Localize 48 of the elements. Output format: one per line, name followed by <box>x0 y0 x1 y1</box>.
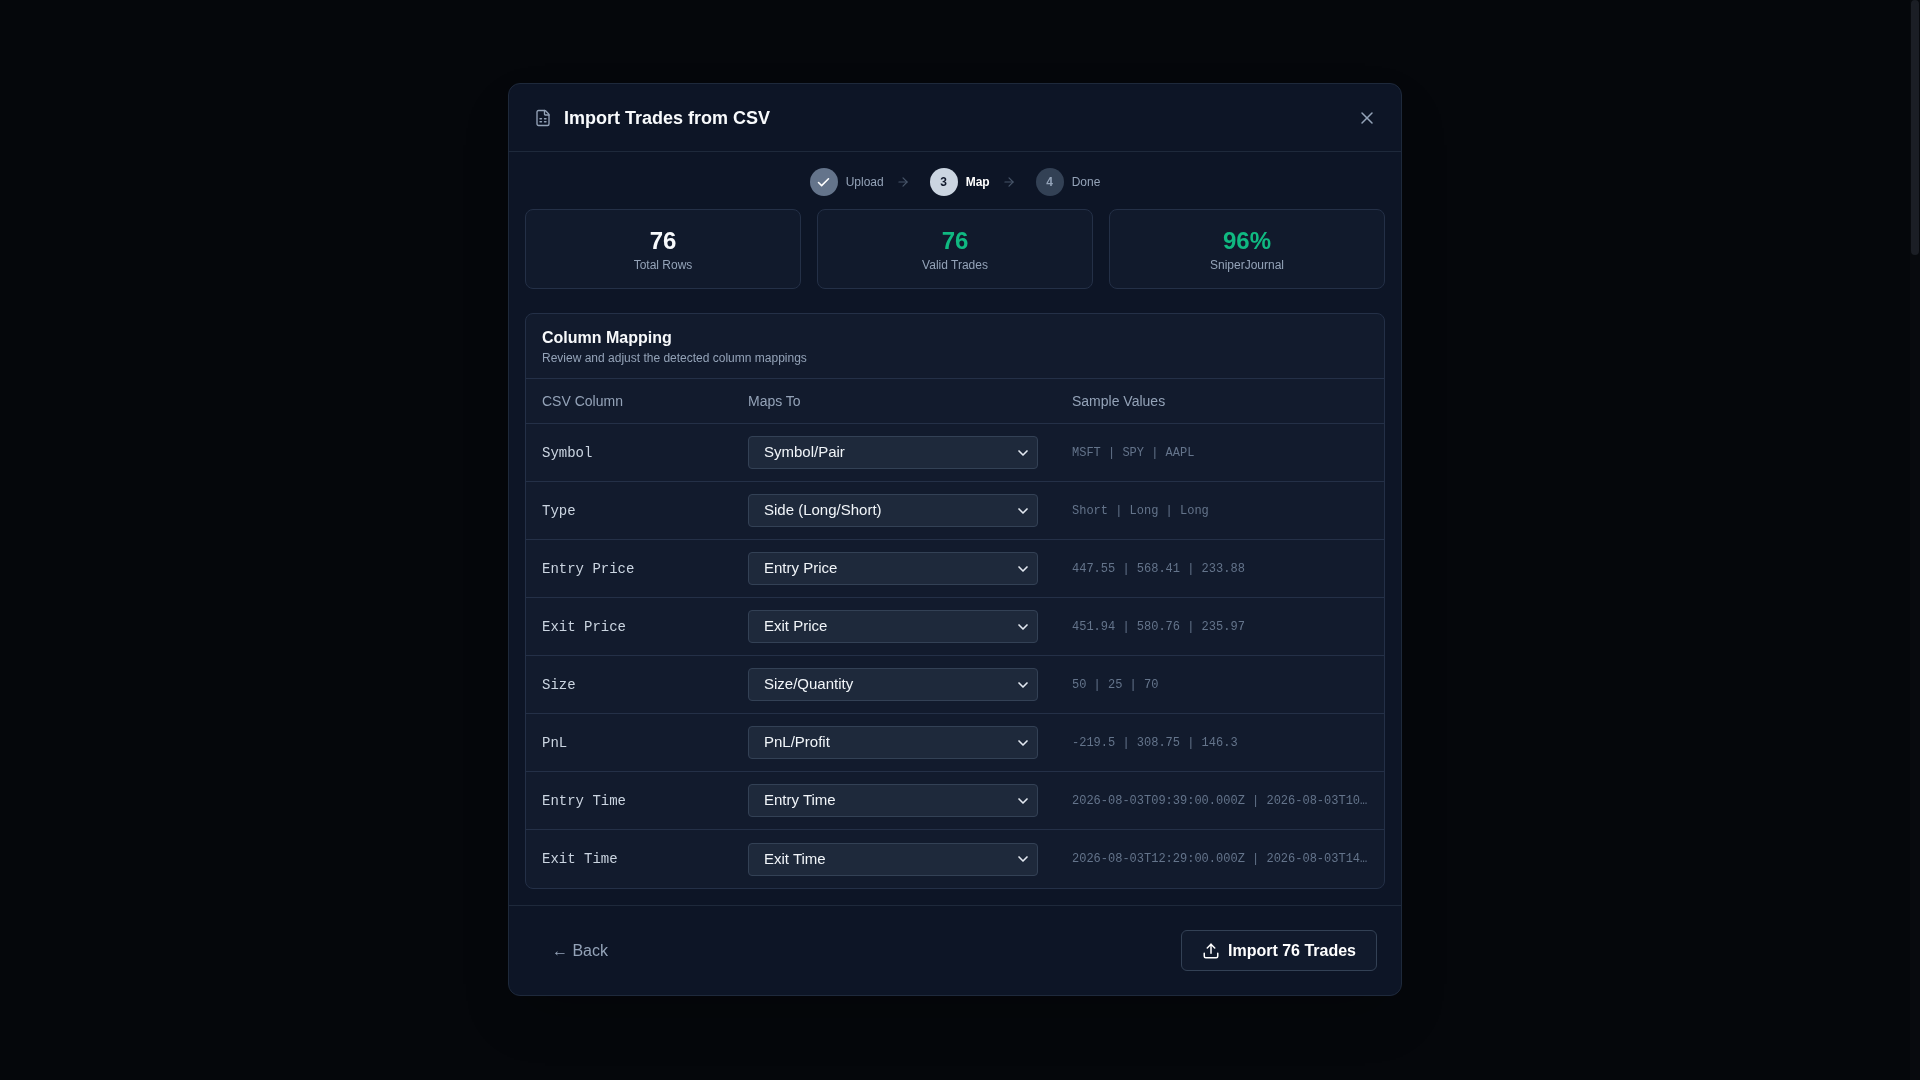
csv-column-name: Type <box>542 501 577 521</box>
panel-title: Column Mapping <box>542 328 673 348</box>
sample-values: MSFT | SPY | AAPL <box>1072 444 1196 462</box>
step-number: 4 <box>1035 168 1064 196</box>
back-button[interactable]: ← Back <box>533 930 627 971</box>
mapping-select[interactable]: Exit Price <box>748 610 1038 643</box>
stat-label: Valid Trades <box>922 257 988 273</box>
mapping-select[interactable]: Exit Time <box>748 842 1038 876</box>
step-label: Upload <box>845 174 884 190</box>
csv-column-name: Exit Price <box>542 617 627 637</box>
column-header: CSV Column <box>542 392 624 411</box>
import-button[interactable]: Import 76 Trades <box>1180 930 1377 971</box>
mapping-select[interactable]: PnL/Profit <box>748 726 1038 759</box>
sample-values: -219.5 | 308.75 | 146.3 <box>1072 734 1239 752</box>
sample-values: 2026-08-03T09:39:00.000Z | 2026-08-03T10… <box>1072 792 1368 810</box>
upload-icon <box>1201 941 1220 960</box>
stat-label: Total Rows <box>633 257 693 273</box>
column-header: Sample Values <box>1072 392 1167 411</box>
mapping-select[interactable]: Side (Long/Short) <box>748 494 1038 527</box>
scrollbar-thumb[interactable] <box>1911 0 1919 255</box>
dialog-title: Import Trades from CSV <box>564 106 771 130</box>
stat-value: 76 <box>941 226 969 256</box>
sample-values: Short | Long | Long <box>1072 502 1210 520</box>
stat-value: 96% <box>1222 226 1271 256</box>
csv-column-name: Entry Time <box>542 791 627 811</box>
step-label: Done <box>1071 174 1101 190</box>
arrow-right-icon <box>895 175 910 189</box>
sample-values: 451.94 | 580.76 | 235.97 <box>1072 618 1246 636</box>
sample-values: 2026-08-03T12:29:00.000Z | 2026-08-03T14… <box>1072 851 1368 868</box>
mapping-select[interactable]: Entry Time <box>748 784 1038 817</box>
stat-label: SniperJournal <box>1209 257 1284 273</box>
csv-column-name: Entry Price <box>542 559 636 579</box>
mapping-select[interactable]: Size/Quantity <box>748 668 1038 701</box>
csv-column-name: PnL <box>542 733 569 753</box>
csv-column-name: Symbol <box>542 443 594 463</box>
sample-values: 50 | 25 | 70 <box>1072 676 1160 694</box>
sample-values: 447.55 | 568.41 | 233.88 <box>1072 560 1246 578</box>
spreadsheet-file-icon <box>534 108 552 127</box>
column-header: Maps To <box>748 392 802 411</box>
csv-column-name: Size <box>542 675 577 695</box>
stat-value: 76 <box>649 226 677 256</box>
step-label: Map <box>965 174 990 190</box>
mapping-select[interactable]: Entry Price <box>748 552 1038 585</box>
csv-column-name: Exit Time <box>542 850 619 869</box>
arrow-right-icon <box>1001 175 1016 189</box>
panel-subtitle: Review and adjust the detected column mappings <box>542 350 808 366</box>
mapping-select[interactable]: Symbol/Pair <box>748 436 1038 469</box>
step-number: 3 <box>929 168 958 196</box>
